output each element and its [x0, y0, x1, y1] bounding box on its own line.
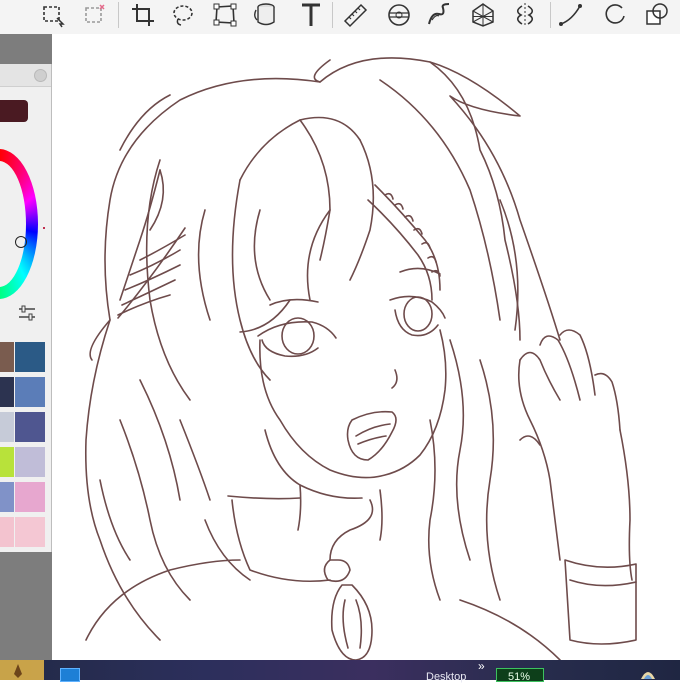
desktop-toolbar-label[interactable]: Desktop — [426, 671, 466, 683]
tray-expand-icon[interactable]: » — [478, 659, 485, 673]
ellipse-guide-icon[interactable] — [384, 0, 414, 30]
drawing-canvas[interactable] — [52, 34, 680, 660]
face-outline — [259, 329, 447, 479]
color-wheel[interactable] — [0, 149, 38, 299]
transform-icon[interactable] — [210, 0, 240, 30]
color-swatch[interactable] — [0, 517, 14, 547]
crop-icon[interactable] — [128, 0, 158, 30]
open-mouth — [346, 410, 397, 461]
color-swatch[interactable] — [15, 412, 45, 442]
symmetry-icon[interactable] — [510, 0, 540, 30]
rectangle-select-icon[interactable] — [38, 0, 68, 30]
saturation-marker — [43, 227, 45, 229]
pendant — [323, 559, 351, 583]
hair-outline — [313, 57, 561, 341]
color-picker-handle[interactable] — [15, 236, 27, 248]
toolbar-separator — [118, 2, 119, 28]
toolbar — [0, 0, 680, 35]
taskbar — [0, 660, 680, 680]
battery-percent: 51% — [508, 671, 531, 683]
color-swatch[interactable] — [15, 342, 45, 372]
color-swatch[interactable] — [0, 342, 14, 372]
start-button[interactable] — [0, 660, 44, 680]
nose — [391, 369, 398, 389]
feather-clip — [119, 169, 161, 301]
braid — [374, 184, 441, 291]
bangs — [231, 179, 271, 381]
pencil-icon — [14, 664, 22, 678]
line-art-drawing — [84, 57, 637, 660]
color-swatch[interactable] — [15, 482, 45, 512]
layers-icon[interactable] — [642, 0, 672, 30]
toolbar-separator — [332, 2, 333, 28]
fill-bucket-icon[interactable] — [250, 0, 280, 30]
wrist-cuff — [564, 559, 637, 645]
color-swatch[interactable] — [15, 377, 45, 407]
color-panel — [0, 64, 52, 552]
curve-guide-icon[interactable] — [424, 0, 454, 30]
perspective-guide-icon[interactable] — [468, 0, 498, 30]
lasso-select-icon[interactable] — [168, 0, 198, 30]
toolbar-separator — [550, 2, 551, 28]
rectangle-select-add-icon[interactable] — [80, 0, 110, 30]
current-color-swatch[interactable] — [0, 100, 28, 122]
ruler-icon[interactable] — [340, 0, 370, 30]
color-swatch[interactable] — [0, 447, 14, 477]
sliders-icon[interactable] — [17, 304, 37, 322]
text-icon[interactable] — [296, 0, 326, 30]
color-swatch[interactable] — [15, 517, 45, 547]
color-swatch[interactable] — [0, 412, 14, 442]
stroke-icon[interactable] — [556, 0, 586, 30]
color-panel-header[interactable] — [0, 64, 51, 87]
color-swatch[interactable] — [0, 482, 14, 512]
network-icon[interactable] — [640, 667, 656, 680]
shoulders — [85, 559, 241, 641]
color-swatch[interactable] — [0, 377, 14, 407]
ponytail — [429, 61, 521, 341]
right-eye — [389, 295, 446, 319]
panel-close-button[interactable] — [34, 69, 47, 82]
neck — [297, 484, 383, 541]
color-swatch[interactable] — [15, 447, 45, 477]
circle-shape-icon[interactable] — [600, 0, 630, 30]
left-eye — [257, 320, 337, 339]
